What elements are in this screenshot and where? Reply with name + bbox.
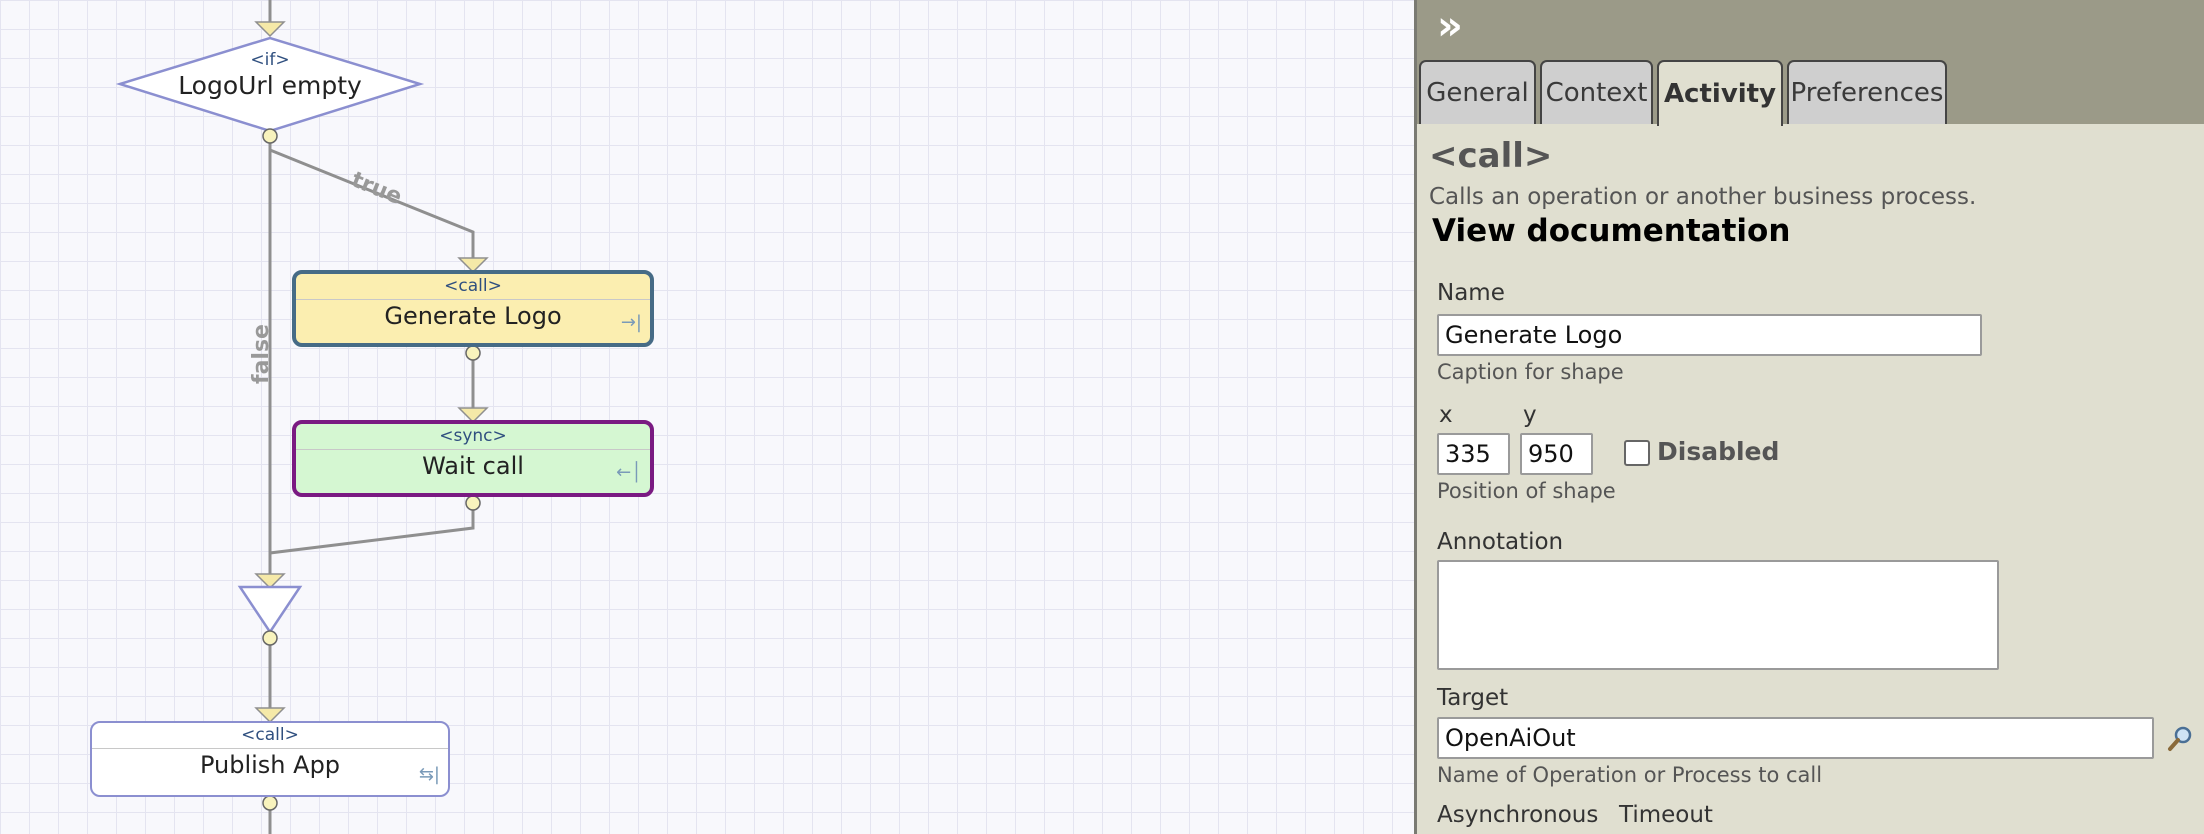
y-label: y	[1523, 402, 1537, 428]
diagram-wires: true false	[115, 0, 489, 834]
call-out-icon: →|	[620, 312, 642, 333]
shape-type: <call>	[444, 276, 502, 296]
shape-caption: Wait call	[422, 452, 524, 480]
y-input[interactable]: 950	[1520, 433, 1593, 475]
shape-publish-app[interactable]: <call> Publish App ⇆|	[90, 721, 450, 797]
view-documentation-link[interactable]: View documentation	[1432, 213, 1790, 249]
shape-caption: Publish App	[199, 751, 341, 779]
tab-activity[interactable]: Activity	[1657, 60, 1783, 126]
double-chevron-right-icon[interactable]: »	[1437, 6, 1463, 46]
edge-label-false: false	[249, 324, 274, 384]
tab-preferences[interactable]: Preferences	[1787, 60, 1947, 124]
position-hint: Position of shape	[1437, 479, 1616, 503]
shape-divider	[296, 449, 650, 450]
arrowhead-if	[254, 21, 286, 38]
shape-type: <call>	[241, 725, 299, 745]
shape-generate-logo[interactable]: <call> Generate Logo →|	[292, 270, 654, 347]
shape-type: <sync>	[439, 426, 507, 446]
name-hint: Caption for shape	[1437, 360, 1624, 384]
tab-context[interactable]: Context	[1540, 60, 1653, 124]
call-out-icon: ⇆|	[418, 764, 440, 785]
edge-label-true: true	[348, 167, 406, 210]
disabled-checkbox[interactable]	[1624, 440, 1650, 466]
activity-description: Calls an operation or another business p…	[1429, 184, 1977, 210]
name-input[interactable]: Generate Logo	[1437, 314, 1982, 356]
tab-general[interactable]: General	[1419, 60, 1536, 124]
asynchronous-label: Asynchronous	[1437, 802, 1599, 828]
connector-true	[269, 148, 475, 258]
diagram-canvas[interactable]: true false <if> LogoUrl empty <call> Gen…	[0, 0, 1414, 834]
arrowhead-publish-app	[254, 707, 286, 724]
panel-header: » General Context Activity Preferences	[1417, 0, 2204, 126]
activity-title: <call>	[1429, 136, 1553, 176]
shape-wait-call[interactable]: <sync> Wait call ←│	[292, 420, 654, 497]
join-triangle	[237, 585, 303, 635]
x-label: x	[1439, 402, 1453, 428]
magnifier-icon[interactable]	[2165, 723, 2197, 755]
annotation-textarea[interactable]	[1437, 560, 1999, 670]
port-if-out	[262, 128, 278, 144]
target-hint: Name of Operation or Process to call	[1437, 763, 1823, 787]
name-label: Name	[1437, 280, 1505, 306]
port-join-out	[262, 630, 278, 646]
properties-panel: » General Context Activity Preferences <…	[1414, 0, 2204, 834]
port-publish-app-out	[262, 795, 278, 811]
target-label: Target	[1437, 685, 1509, 711]
connector-wait-to-join	[268, 503, 475, 575]
timeout-label: Timeout	[1619, 802, 1713, 828]
x-input[interactable]: 335	[1437, 433, 1510, 475]
disabled-label: Disabled	[1657, 437, 1780, 466]
annotation-label: Annotation	[1437, 529, 1564, 555]
shape-divider	[296, 299, 650, 300]
target-input[interactable]: OpenAiOut	[1437, 717, 2154, 759]
port-generate-logo-out	[465, 345, 481, 361]
shape-caption: Generate Logo	[384, 302, 562, 330]
return-icon: ←│	[616, 462, 642, 483]
if-diamond	[115, 36, 425, 133]
port-wait-call-out	[465, 495, 481, 511]
shape-divider	[92, 748, 448, 749]
